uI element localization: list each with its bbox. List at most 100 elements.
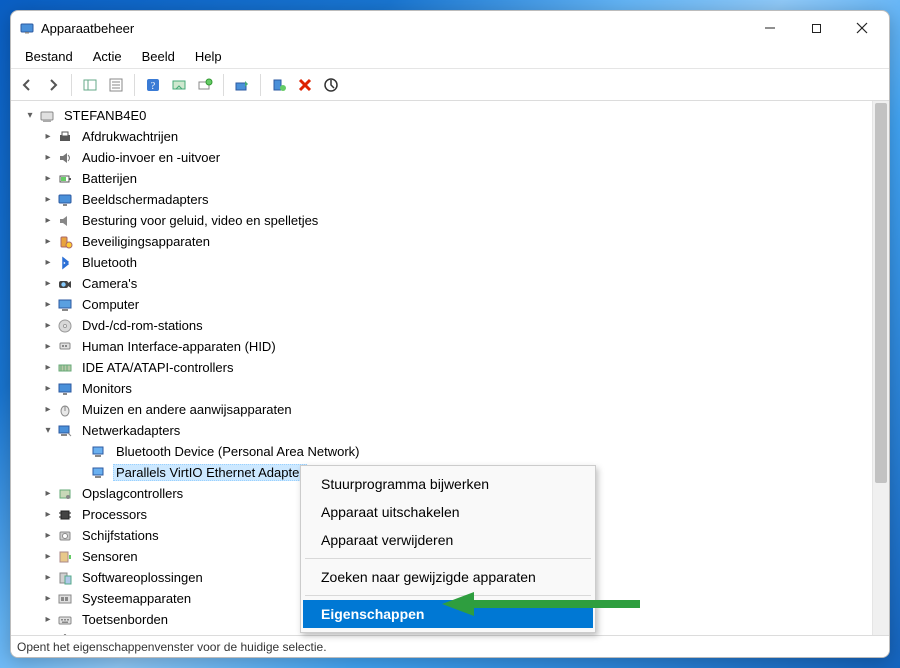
ctx-properties[interactable]: Eigenschappen [303, 600, 593, 628]
expand-icon[interactable] [41, 382, 55, 396]
tree-node-dvd[interactable]: Dvd-/cd-rom-stations [19, 315, 872, 336]
tree-node-sndctrl[interactable]: Besturing voor geluid, video en spelletj… [19, 210, 872, 231]
tree-node-root[interactable]: STEFANB4E0 [19, 105, 872, 126]
tree-node-ide[interactable]: IDE ATA/ATAPI-controllers [19, 357, 872, 378]
expand-icon[interactable] [41, 508, 55, 522]
tree-node-label[interactable]: Afdrukwachtrijen [79, 128, 181, 145]
tree-node-label[interactable]: Sensoren [79, 548, 141, 565]
tree-node-bt[interactable]: Bluetooth [19, 252, 872, 273]
tree-node-batt[interactable]: Batterijen [19, 168, 872, 189]
tree-node-display[interactable]: Beeldschermadapters [19, 189, 872, 210]
tree-node-label[interactable]: Schijfstations [79, 527, 162, 544]
tree-node-label[interactable]: Processors [79, 506, 150, 523]
tree-node-label[interactable]: Universal Serial Bus-controllers [79, 632, 266, 635]
expand-icon[interactable] [41, 634, 55, 636]
tree-node-cam[interactable]: Camera's [19, 273, 872, 294]
close-button[interactable] [839, 13, 885, 43]
expand-icon[interactable] [41, 550, 55, 564]
tree-node-label[interactable]: Computer [79, 296, 142, 313]
forward-button[interactable] [41, 73, 65, 97]
expand-icon[interactable] [41, 613, 55, 627]
collapse-icon[interactable] [23, 109, 37, 123]
disable-device-button[interactable] [319, 73, 343, 97]
menu-help[interactable]: Help [185, 47, 232, 66]
tree-node-print[interactable]: Afdrukwachtrijen [19, 126, 872, 147]
tree-node-comp[interactable]: Computer [19, 294, 872, 315]
tree-node-label[interactable]: IDE ATA/ATAPI-controllers [79, 359, 236, 376]
tree-node-label[interactable]: Batterijen [79, 170, 140, 187]
tree-node-label[interactable]: Systeemapparaten [79, 590, 194, 607]
proc-icon [57, 507, 73, 523]
toolbar: ? [11, 69, 889, 101]
tree-node-label[interactable]: Audio-invoer en -uitvoer [79, 149, 223, 166]
tree-node-label[interactable]: STEFANB4E0 [61, 107, 149, 124]
collapse-icon[interactable] [41, 424, 55, 438]
vertical-scrollbar[interactable] [872, 101, 889, 635]
enable-device-button[interactable] [267, 73, 291, 97]
expand-icon[interactable] [41, 361, 55, 375]
expand-icon[interactable] [41, 571, 55, 585]
expand-icon[interactable] [41, 487, 55, 501]
expand-icon[interactable] [41, 151, 55, 165]
menu-action[interactable]: Actie [83, 47, 132, 66]
expand-icon[interactable] [41, 214, 55, 228]
tree-node-mon[interactable]: Monitors [19, 378, 872, 399]
stor-icon [57, 486, 73, 502]
ctx-uninstall-device[interactable]: Apparaat verwijderen [303, 526, 593, 554]
expand-icon[interactable] [41, 256, 55, 270]
tree-node-label[interactable]: Netwerkadapters [79, 422, 183, 439]
properties-button[interactable] [104, 73, 128, 97]
show-hide-tree-button[interactable] [78, 73, 102, 97]
expand-icon[interactable] [41, 235, 55, 249]
tree-node-btpan[interactable]: Bluetooth Device (Personal Area Network) [19, 441, 872, 462]
tree-node-label[interactable]: Monitors [79, 380, 135, 397]
tree-node-sec[interactable]: Beveiligingsapparaten [19, 231, 872, 252]
sys-icon [57, 591, 73, 607]
expand-icon[interactable] [41, 277, 55, 291]
menu-file[interactable]: Bestand [15, 47, 83, 66]
expand-icon[interactable] [41, 529, 55, 543]
ctx-update-driver[interactable]: Stuurprogramma bijwerken [303, 470, 593, 498]
tree-node-label[interactable]: Bluetooth [79, 254, 140, 271]
expand-icon[interactable] [41, 172, 55, 186]
expand-icon[interactable] [41, 298, 55, 312]
tree-node-label[interactable]: Beveiligingsapparaten [79, 233, 213, 250]
uninstall-device-button[interactable] [293, 73, 317, 97]
expand-icon[interactable] [41, 193, 55, 207]
expand-icon[interactable] [41, 592, 55, 606]
maximize-button[interactable] [793, 13, 839, 43]
tree-node-label[interactable]: Beeldschermadapters [79, 191, 211, 208]
expand-icon[interactable] [41, 340, 55, 354]
tree-node-label[interactable]: Human Interface-apparaten (HID) [79, 338, 279, 355]
minimize-button[interactable] [747, 13, 793, 43]
ide-icon [57, 360, 73, 376]
tree-node-mouse[interactable]: Muizen en andere aanwijsapparaten [19, 399, 872, 420]
tree-node-label[interactable]: Parallels VirtIO Ethernet Adapter [113, 464, 307, 481]
back-button[interactable] [15, 73, 39, 97]
tree-node-label[interactable]: Toetsenborden [79, 611, 171, 628]
tree-node-label[interactable]: Dvd-/cd-rom-stations [79, 317, 206, 334]
ctx-disable-device[interactable]: Apparaat uitschakelen [303, 498, 593, 526]
tree-node-label[interactable]: Softwareoplossingen [79, 569, 206, 586]
titlebar[interactable]: Apparaatbeheer [11, 11, 889, 45]
tree-node-net[interactable]: Netwerkadapters [19, 420, 872, 441]
tree-node-label[interactable]: Muizen en andere aanwijsapparaten [79, 401, 295, 418]
tree-node-label[interactable]: Besturing voor geluid, video en spelletj… [79, 212, 321, 229]
scrollbar-thumb[interactable] [875, 103, 887, 483]
help-button[interactable]: ? [141, 73, 165, 97]
expand-icon[interactable] [41, 403, 55, 417]
expand-icon[interactable] [41, 319, 55, 333]
expand-icon[interactable] [41, 130, 55, 144]
hid-icon [57, 339, 73, 355]
tree-node-label[interactable]: Camera's [79, 275, 140, 292]
svg-text:?: ? [151, 81, 156, 92]
update-driver-button[interactable] [230, 73, 254, 97]
tree-node-hid[interactable]: Human Interface-apparaten (HID) [19, 336, 872, 357]
tree-node-label[interactable]: Opslagcontrollers [79, 485, 186, 502]
add-legacy-button[interactable] [193, 73, 217, 97]
menu-view[interactable]: Beeld [132, 47, 185, 66]
scan-hardware-button[interactable] [167, 73, 191, 97]
ctx-scan-changes[interactable]: Zoeken naar gewijzigde apparaten [303, 563, 593, 591]
tree-node-label[interactable]: Bluetooth Device (Personal Area Network) [113, 443, 363, 460]
tree-node-audio[interactable]: Audio-invoer en -uitvoer [19, 147, 872, 168]
